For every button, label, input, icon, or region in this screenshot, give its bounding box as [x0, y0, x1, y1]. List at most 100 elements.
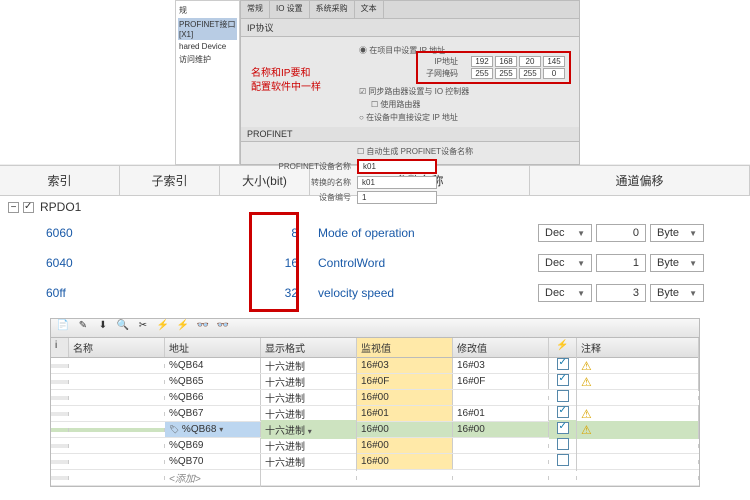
- ip-octet[interactable]: 168: [495, 56, 517, 67]
- addr-cell[interactable]: 🏷 %QB68 ▾: [165, 422, 261, 437]
- radio-set-ip-device[interactable]: 在设备中直接设定 IP 地址: [366, 113, 458, 122]
- param-cell: velocity speed: [318, 286, 538, 300]
- chevron-down-icon[interactable]: ▾: [219, 425, 223, 434]
- tool-icon[interactable]: ✎: [75, 320, 91, 336]
- col-mon-hdr: 监视值: [357, 338, 453, 357]
- collapse-icon[interactable]: −: [8, 202, 19, 213]
- tool-icon[interactable]: ⬇: [95, 320, 111, 336]
- watch-row[interactable]: %QB69十六进制16#00: [51, 438, 699, 454]
- unit-select[interactable]: Byte▼: [650, 284, 704, 302]
- mask-octet[interactable]: 0: [543, 68, 565, 79]
- group-checkbox[interactable]: [23, 202, 34, 213]
- chk-use-router[interactable]: 使用路由器: [380, 100, 420, 109]
- write-checkbox[interactable]: [557, 358, 569, 370]
- modify-cell[interactable]: 16#03: [453, 358, 549, 373]
- write-checkbox[interactable]: [557, 438, 569, 450]
- warning-icon: ⚠: [581, 375, 592, 389]
- warning-icon: ⚠: [581, 407, 592, 421]
- glasses-icon[interactable]: 👓: [195, 320, 211, 336]
- glasses-icon[interactable]: 👓: [215, 320, 231, 336]
- mask-octet[interactable]: 255: [495, 68, 517, 79]
- watch-table: i 名称 地址 显示格式 监视值 修改值 ⚡ 注释 %QB64十六进制16#03…: [50, 338, 700, 487]
- devnum-value[interactable]: 1: [357, 191, 437, 204]
- note-cell[interactable]: [577, 396, 699, 400]
- monitor-cell: 16#00: [357, 454, 453, 469]
- addr-cell[interactable]: %QB65: [165, 374, 261, 389]
- tree-item[interactable]: 访问维护: [178, 53, 237, 66]
- ip-octet[interactable]: 192: [471, 56, 493, 67]
- monitor-cell: 16#00: [357, 390, 453, 405]
- col-note-hdr: 注释: [577, 338, 699, 357]
- addr-cell[interactable]: %QB66: [165, 390, 261, 405]
- tab-general[interactable]: 常规: [241, 1, 270, 18]
- modify-cell[interactable]: [453, 396, 549, 400]
- note-cell[interactable]: ⚠: [577, 421, 699, 439]
- write-checkbox[interactable]: [557, 374, 569, 386]
- addr-cell[interactable]: %QB69: [165, 438, 261, 453]
- devname-input[interactable]: k01: [357, 159, 437, 174]
- monitor-cell: 16#00: [357, 422, 453, 437]
- format-select[interactable]: Dec▼: [538, 224, 592, 242]
- write-checkbox[interactable]: [557, 454, 569, 466]
- col-flag-hdr: ⚡: [549, 338, 577, 357]
- write-checkbox[interactable]: [557, 422, 569, 434]
- watch-toolbar[interactable]: 📄 ✎ ⬇ 🔍 ✂ ⚡ ⚡ 👓 👓: [50, 318, 700, 338]
- fmt-cell[interactable]: 十六进制: [261, 452, 357, 471]
- addr-cell[interactable]: %QB64: [165, 358, 261, 373]
- mask-octet[interactable]: 255: [519, 68, 541, 79]
- write-checkbox[interactable]: [557, 406, 569, 418]
- unit-select[interactable]: Byte▼: [650, 224, 704, 242]
- write-checkbox[interactable]: [557, 390, 569, 402]
- addr-cell[interactable]: %QB67: [165, 406, 261, 421]
- watch-row[interactable]: %QB70十六进制16#00: [51, 454, 699, 470]
- addr-cell[interactable]: %QB70: [165, 454, 261, 469]
- device-tree[interactable]: 规 PROFINET接口 [X1] hared Device 访问维护: [175, 0, 240, 165]
- tool-icon[interactable]: ⚡: [175, 320, 191, 336]
- size-cell: 32: [228, 286, 318, 300]
- format-select[interactable]: Dec▼: [538, 254, 592, 272]
- ip-octet[interactable]: 20: [519, 56, 541, 67]
- config-warning-note: 名称和IP要和 配置软件中一样: [251, 67, 321, 95]
- tool-icon[interactable]: ✂: [135, 320, 151, 336]
- watch-row[interactable]: %QB65十六进制16#0F16#0F⚠: [51, 374, 699, 390]
- chk-sync-router[interactable]: 同步路由器设置与 IO 控制器: [368, 87, 469, 96]
- tool-icon[interactable]: 🔍: [115, 320, 131, 336]
- offset-input[interactable]: 3: [596, 284, 646, 302]
- config-tabs: 常规 IO 设置 系统采购 文本: [241, 1, 579, 19]
- devnum-label: 设备编号: [247, 192, 357, 203]
- tool-icon[interactable]: ⚡: [155, 320, 171, 336]
- unit-select[interactable]: Byte▼: [650, 254, 704, 272]
- tab-io[interactable]: IO 设置: [270, 1, 310, 18]
- modify-cell[interactable]: 16#01: [453, 406, 549, 421]
- ip-fields-box: IP地址 192 168 20 145 子网掩码 255 255 255 0: [416, 51, 571, 84]
- chevron-down-icon: ▼: [689, 289, 697, 298]
- chevron-down-icon[interactable]: ▾: [308, 427, 312, 436]
- modify-cell[interactable]: 16#0F: [453, 374, 549, 389]
- ip-octet[interactable]: 145: [543, 56, 565, 67]
- tab-sys[interactable]: 系统采购: [310, 1, 355, 18]
- offset-input[interactable]: 0: [596, 224, 646, 242]
- size-cell: 16: [228, 256, 318, 270]
- tab-text[interactable]: 文本: [355, 1, 384, 18]
- tool-icon[interactable]: 📄: [55, 320, 71, 336]
- chk-autogen-name[interactable]: 自动生成 PROFINET设备名称: [366, 147, 473, 156]
- modify-cell[interactable]: 16#00: [453, 422, 549, 437]
- tree-item[interactable]: hared Device: [178, 41, 237, 52]
- note-cell[interactable]: ⚠: [577, 373, 699, 391]
- convname-value: k01: [357, 176, 437, 189]
- modify-cell[interactable]: [453, 460, 549, 464]
- watch-row[interactable]: 🏷 %QB68 ▾十六进制 ▾16#0016#00⚠: [51, 422, 699, 438]
- note-cell[interactable]: [577, 444, 699, 448]
- mask-label: 子网掩码: [422, 68, 462, 79]
- format-select[interactable]: Dec▼: [538, 284, 592, 302]
- offset-input[interactable]: 1: [596, 254, 646, 272]
- config-panel: 常规 IO 设置 系统采购 文本 IP协议 ◉ 在项目中设置 IP 地址 名称和…: [240, 0, 580, 165]
- idx-cell: 6060: [8, 226, 128, 240]
- mask-octet[interactable]: 255: [471, 68, 493, 79]
- tree-item-profinet[interactable]: PROFINET接口 [X1]: [178, 18, 237, 40]
- tree-item[interactable]: 规: [178, 4, 237, 17]
- monitor-cell: 16#01: [357, 406, 453, 421]
- add-new-row[interactable]: <添加>: [165, 468, 261, 487]
- modify-cell[interactable]: [453, 444, 549, 448]
- note-cell[interactable]: [577, 460, 699, 464]
